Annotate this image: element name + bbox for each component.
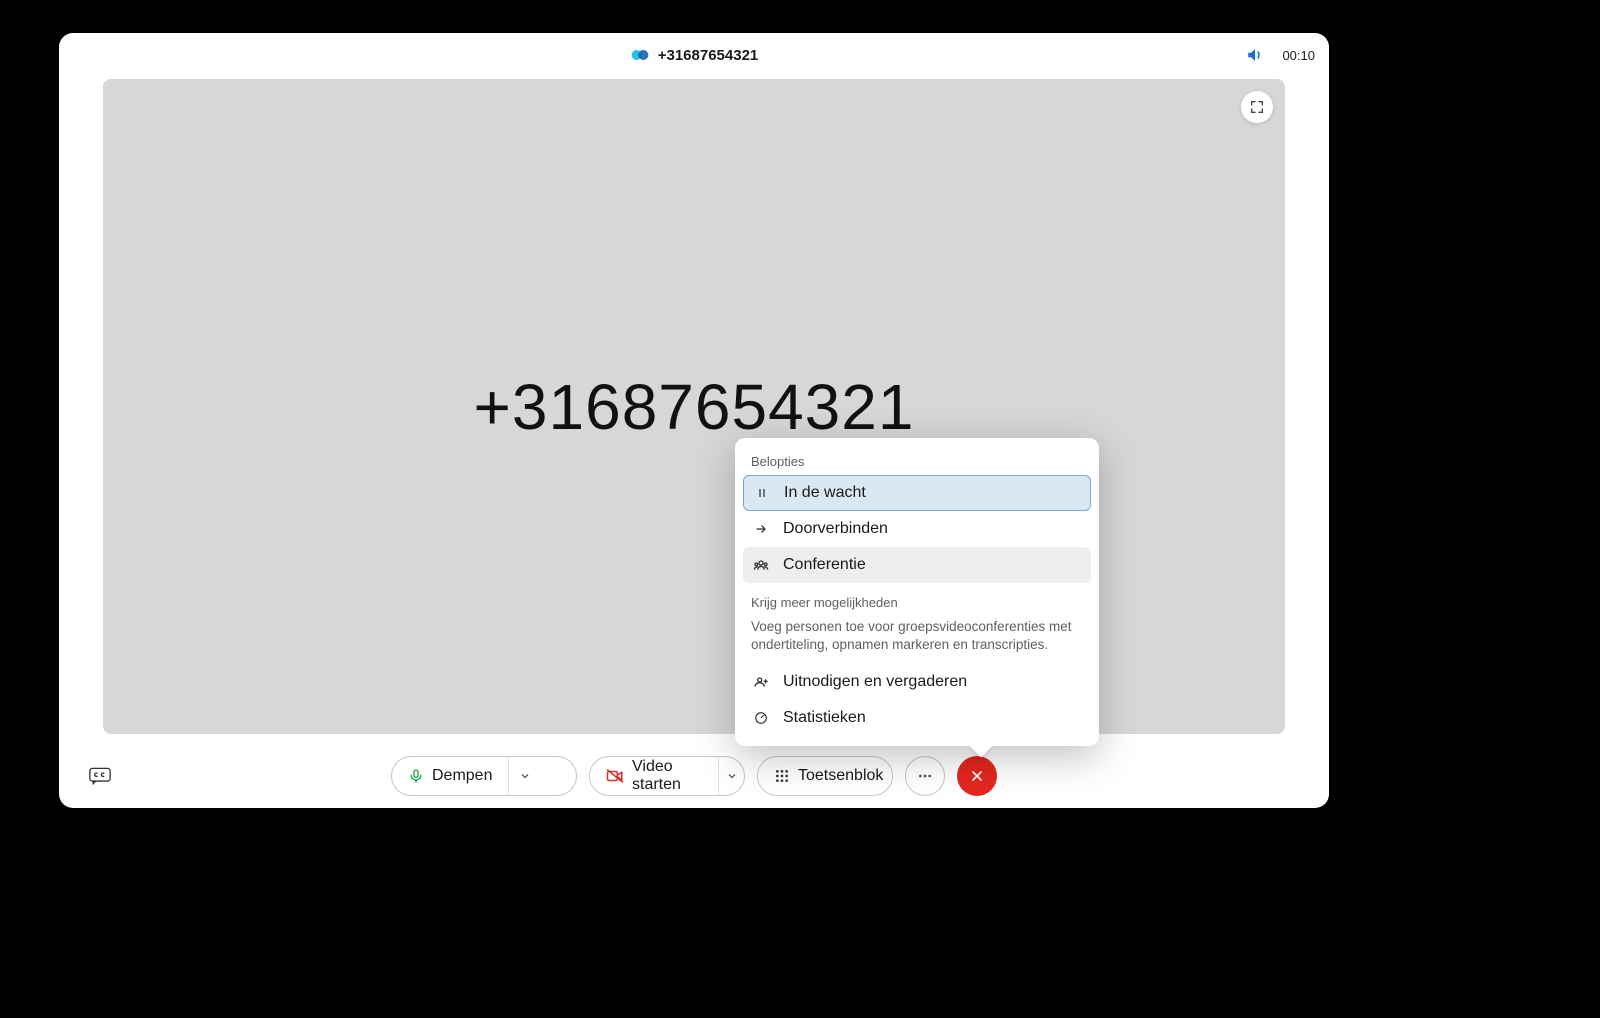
window-title: +31687654321 — [658, 47, 759, 64]
titlebar: +31687654321 — [59, 33, 1329, 77]
invite-icon — [753, 676, 769, 688]
popover-section-more: Krijg meer mogelijkheden — [743, 591, 1091, 616]
webex-logo-icon — [630, 45, 650, 65]
header-right: 00:10 — [1246, 33, 1315, 77]
menu-item-transfer[interactable]: Doorverbinden — [743, 511, 1091, 547]
more-options-button[interactable] — [905, 756, 945, 796]
end-call-button[interactable] — [957, 756, 997, 796]
audio-output-icon[interactable] — [1246, 46, 1264, 64]
video-off-icon — [606, 768, 624, 784]
menu-item-conference-label: Conferentie — [783, 556, 866, 574]
caller-id-display: +31687654321 — [474, 370, 915, 444]
menu-item-hold[interactable]: In de wacht — [743, 475, 1091, 511]
menu-item-invite[interactable]: Uitnodigen en vergaderen — [743, 664, 1091, 700]
fullscreen-button[interactable] — [1241, 91, 1273, 123]
mute-button[interactable]: Dempen — [391, 756, 577, 796]
menu-item-statistics-label: Statistieken — [783, 709, 866, 727]
popover-more-description: Voeg personen toe voor groepsvideoconfer… — [743, 616, 1091, 664]
video-stage: +31687654321 — [103, 79, 1285, 734]
conference-icon — [753, 559, 769, 571]
menu-item-invite-label: Uitnodigen en vergaderen — [783, 673, 967, 691]
menu-item-transfer-label: Doorverbinden — [783, 520, 888, 538]
mute-options-chevron[interactable] — [508, 757, 540, 795]
gauge-icon — [753, 711, 769, 725]
microphone-icon — [408, 768, 424, 784]
start-video-button[interactable]: Video starten — [589, 756, 745, 796]
menu-item-conference[interactable]: Conferentie — [743, 547, 1091, 583]
dialpad-icon — [774, 768, 790, 784]
menu-item-hold-label: In de wacht — [784, 484, 866, 502]
video-options-chevron[interactable] — [718, 757, 744, 795]
arrow-right-icon — [753, 523, 769, 535]
keypad-label: Toetsenblok — [798, 767, 883, 785]
keypad-button[interactable]: Toetsenblok — [757, 756, 893, 796]
mute-label: Dempen — [432, 767, 492, 785]
captions-button[interactable] — [85, 764, 115, 788]
menu-item-statistics[interactable]: Statistieken — [743, 700, 1091, 736]
call-timer: 00:10 — [1282, 48, 1315, 63]
call-toolbar: Dempen Video starten Toetsenbl — [59, 744, 1329, 808]
call-window: +31687654321 00:10 +31687654321 — [59, 33, 1329, 808]
pause-icon — [754, 487, 770, 499]
video-label: Video starten — [632, 758, 702, 794]
call-options-popover: Belopties In de wacht Doorverbinden Conf… — [735, 438, 1099, 746]
popover-section-call-options: Belopties — [743, 450, 1091, 475]
